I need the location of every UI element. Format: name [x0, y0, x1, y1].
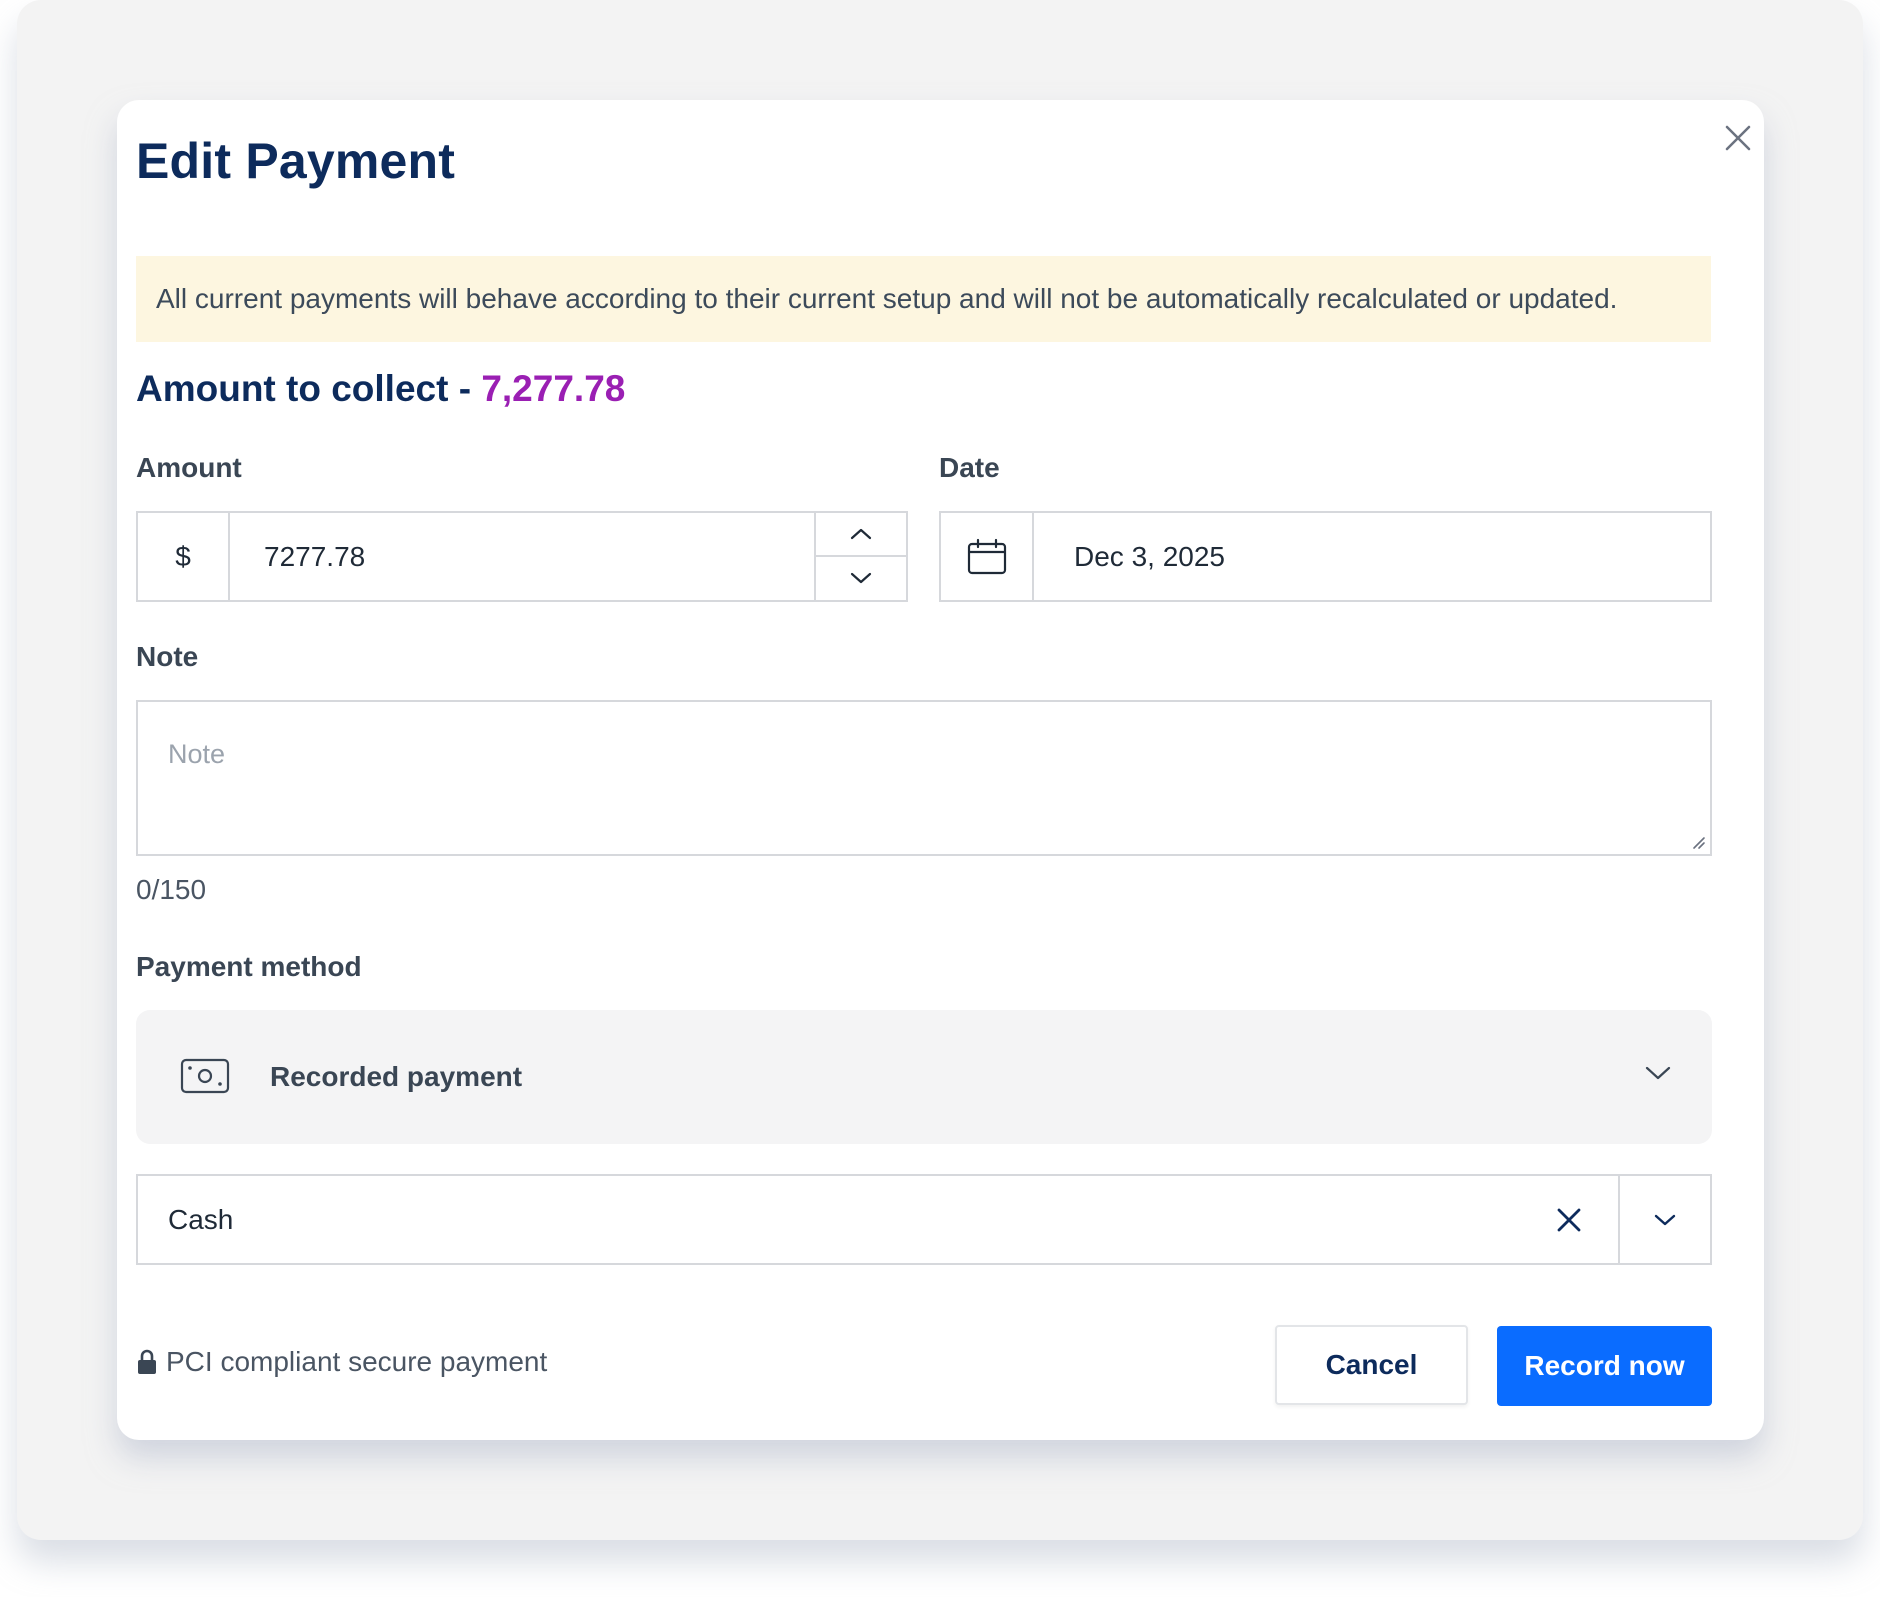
resize-handle-icon[interactable] [1690, 834, 1706, 850]
clear-selection-button[interactable] [1541, 1176, 1597, 1263]
info-banner-text: All current payments will behave accordi… [156, 283, 1618, 314]
cash-icon [180, 1058, 230, 1094]
payment-method-value: Recorded payment [270, 1061, 523, 1092]
chevron-down-icon [850, 573, 872, 584]
close-icon [1557, 1208, 1581, 1231]
amount-to-collect-label: Amount to collect - [136, 368, 482, 409]
cancel-button[interactable]: Cancel [1275, 1325, 1468, 1405]
calendar-button[interactable] [941, 513, 1034, 600]
amount-to-collect-value: 7,277.78 [481, 368, 626, 409]
close-icon [1725, 125, 1751, 151]
date-label: Date [939, 452, 1000, 483]
note-char-counter: 0/150 [136, 874, 207, 905]
increment-button[interactable] [816, 513, 906, 557]
calendar-icon [967, 538, 1006, 574]
note-label: Note [136, 641, 199, 672]
payment-type-select[interactable]: Cash [136, 1174, 1712, 1265]
dialog-title: Edit Payment [136, 133, 456, 189]
currency-prefix: $ [138, 513, 230, 600]
record-now-button[interactable]: Record now [1497, 1326, 1712, 1406]
secure-payment-note: PCI compliant secure payment [136, 1346, 547, 1378]
payment-method-label: Payment method [136, 951, 362, 982]
amount-stepper [814, 513, 906, 600]
chevron-down-icon [1645, 1066, 1671, 1080]
payment-type-value: Cash [168, 1203, 234, 1235]
amount-input[interactable]: $ 7277.78 [136, 511, 908, 602]
amount-label: Amount [136, 452, 242, 483]
note-textarea[interactable] [136, 700, 1712, 856]
amount-to-collect: Amount to collect - 7,277.78 [136, 368, 625, 410]
decrement-button[interactable] [816, 557, 906, 601]
lock-icon [138, 1349, 156, 1374]
close-button[interactable] [1720, 120, 1756, 156]
chevron-down-icon [1654, 1214, 1676, 1225]
info-banner: All current payments will behave accordi… [136, 256, 1711, 342]
amount-value[interactable]: 7277.78 [264, 513, 365, 600]
date-input[interactable]: Dec 3, 2025 [939, 511, 1712, 602]
payment-method-dropdown[interactable]: Recorded payment [136, 1010, 1712, 1144]
date-value[interactable]: Dec 3, 2025 [1074, 513, 1225, 600]
secure-payment-text: PCI compliant secure payment [166, 1346, 548, 1377]
payment-type-dropdown-toggle[interactable] [1618, 1176, 1710, 1263]
chevron-up-icon [850, 528, 872, 539]
